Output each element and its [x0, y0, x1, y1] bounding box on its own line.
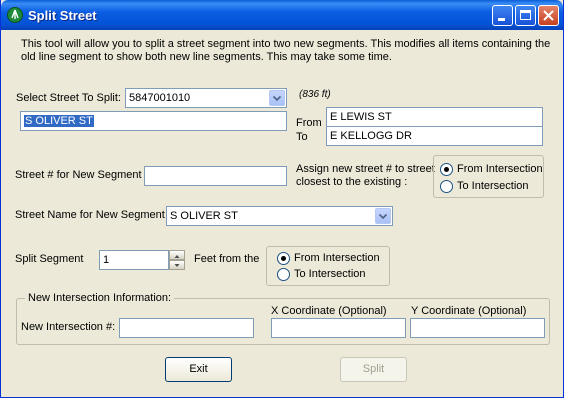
tool-description: This tool will allow you to split a stre… — [21, 38, 551, 63]
chevron-down-icon[interactable] — [269, 90, 285, 106]
split-feet-input[interactable]: 1 — [99, 250, 169, 270]
close-button[interactable] — [538, 5, 559, 26]
triangle-down-icon — [174, 264, 180, 267]
select-street-dropdown[interactable]: 5847001010 — [125, 88, 287, 108]
select-street-label: Select Street To Split: — [16, 92, 121, 104]
street-name-display[interactable]: S OLIVER ST — [20, 111, 287, 131]
close-icon — [543, 10, 554, 21]
window-title: Split Street — [28, 8, 97, 23]
maximize-icon — [520, 10, 531, 20]
new-street-name-value: S OLIVER ST — [170, 210, 238, 222]
segment-length: (836 ft) — [299, 89, 331, 100]
street-name-value: S OLIVER ST — [24, 115, 94, 127]
split-feet-stepper[interactable] — [169, 250, 185, 270]
assign-to-radio[interactable] — [440, 180, 453, 193]
minimize-icon — [498, 18, 505, 21]
intersection-num-input[interactable] — [119, 318, 254, 338]
title-bar[interactable]: Split Street — [1, 0, 563, 30]
select-street-value: 5847001010 — [129, 92, 191, 104]
split-segment-label: Split Segment — [15, 253, 84, 265]
y-coordinate-input[interactable] — [410, 318, 545, 338]
x-coordinate-label: X Coordinate (Optional) — [271, 305, 387, 317]
split-street-window: Split Street This tool will allow you to… — [0, 0, 564, 398]
maximize-button[interactable] — [515, 5, 536, 26]
split-to-label[interactable]: To Intersection — [294, 268, 366, 281]
split-direction-group: From Intersection To Intersection — [266, 246, 390, 286]
assign-from-radio[interactable] — [440, 163, 453, 176]
chevron-down-icon[interactable] — [375, 208, 391, 224]
minimize-button[interactable] — [492, 5, 513, 26]
from-label: From — [296, 117, 322, 129]
stepper-down-button[interactable] — [169, 260, 185, 270]
split-from-label[interactable]: From Intersection — [294, 252, 380, 265]
split-from-radio[interactable] — [277, 252, 290, 265]
split-to-radio[interactable] — [277, 268, 290, 281]
intersection-group-label: New Intersection Information: — [25, 292, 175, 305]
new-street-name-dropdown[interactable]: S OLIVER ST — [166, 206, 393, 226]
assign-from-label[interactable]: From Intersection — [457, 163, 543, 176]
new-street-name-label: Street Name for New Segment — [15, 209, 165, 221]
x-coordinate-input[interactable] — [271, 318, 406, 338]
y-coordinate-label: Y Coordinate (Optional) — [411, 305, 527, 317]
street-num-label: Street # for New Segment — [15, 169, 142, 181]
assign-label: Assign new street # to street closest to… — [296, 163, 435, 188]
exit-button[interactable]: Exit — [165, 357, 232, 382]
assign-to-label[interactable]: To Intersection — [457, 180, 529, 193]
triangle-up-icon — [174, 255, 180, 258]
feet-from-label: Feet from the — [194, 253, 260, 265]
to-street-field[interactable]: E KELLOGG DR — [326, 126, 543, 146]
intersection-num-label: New Intersection #: — [21, 321, 116, 333]
app-icon — [7, 7, 23, 23]
street-num-input[interactable] — [144, 166, 287, 186]
assign-option-group: From Intersection To Intersection — [433, 155, 544, 198]
split-button[interactable]: Split — [340, 357, 407, 382]
from-street-field[interactable]: E LEWIS ST — [326, 107, 543, 127]
stepper-up-button[interactable] — [169, 250, 185, 260]
to-label: To — [296, 131, 308, 143]
